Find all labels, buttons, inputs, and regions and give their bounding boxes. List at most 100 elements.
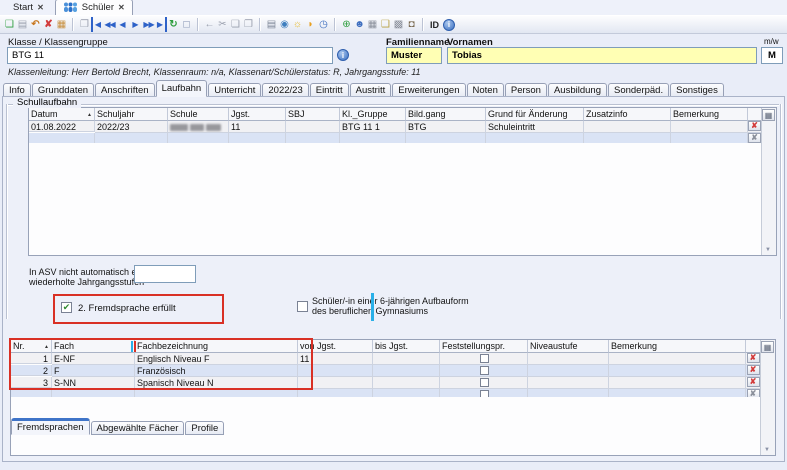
column-header-nr[interactable]: Nr.▲ (11, 340, 52, 353)
nav-first-icon[interactable]: ◀ (91, 17, 103, 32)
column-header-fachbezeichnung[interactable]: Fachbezeichnung (135, 340, 298, 353)
tab-profile[interactable]: Profile (185, 421, 224, 435)
cell-bis-jgst[interactable] (373, 353, 440, 365)
cell-bemerkung[interactable] (671, 121, 748, 133)
cell-niveaustufe[interactable] (528, 353, 609, 365)
save-icon[interactable]: ▤ (16, 17, 29, 32)
column-header-niveaustufe[interactable]: Niveaustufe (528, 340, 609, 353)
tab-eintritt[interactable]: Eintritt (310, 83, 349, 97)
user-lock-icon[interactable]: ◘ (405, 17, 418, 32)
cell-fach[interactable]: E-NF (52, 353, 135, 365)
undo-icon[interactable]: ↶ (29, 17, 42, 32)
alert-icon[interactable]: ◗ (304, 17, 317, 32)
cell-zusatzinfo[interactable] (584, 121, 671, 133)
klasse-input[interactable]: BTG 11 (7, 47, 333, 64)
column-header-schule[interactable]: Schule (168, 108, 229, 121)
tip-icon[interactable]: ☼ (291, 17, 304, 32)
tab-abgewaehlte-faecher[interactable]: Abgewählte Fächer (91, 421, 185, 435)
column-header-zusatzinfo[interactable]: Zusatzinfo (584, 108, 671, 121)
cell-jgst[interactable]: 11 (229, 121, 286, 133)
student-icon[interactable]: ☻ (353, 17, 366, 32)
cell-fachbezeichnung[interactable]: Französisch (135, 365, 298, 377)
cell-fachbezeichnung[interactable]: Englisch Niveau F (135, 353, 298, 365)
table-config-icon[interactable]: ▦ (762, 109, 775, 121)
cell-von-jgst[interactable] (298, 365, 373, 377)
tab-grunddaten[interactable]: Grunddaten (32, 83, 94, 97)
fremdsprachen-scrollbar[interactable]: ▲ ▼ (760, 340, 775, 455)
back-icon[interactable]: ← (203, 17, 216, 32)
tab-erweiterungen[interactable]: Erweiterungen (392, 83, 465, 97)
column-header-jgst[interactable]: Jgst. (229, 108, 286, 121)
cell-bemerkung[interactable] (609, 353, 746, 365)
cell-bemerkung[interactable] (609, 377, 746, 389)
new-record-icon[interactable]: ❏ (3, 17, 16, 32)
tab-info[interactable]: Info (3, 83, 31, 97)
cell-fach[interactable]: S-NN (52, 377, 135, 389)
column-header-bildgang[interactable]: Bild.gang (406, 108, 486, 121)
cell-niveaustufe[interactable] (528, 377, 609, 389)
column-header-bemerkung[interactable]: Bemerkung (609, 340, 746, 353)
folder-export-icon[interactable]: ❑ (379, 17, 392, 32)
column-header-grund[interactable]: Grund für Änderung (486, 108, 584, 121)
column-header-fach[interactable]: Fach (52, 340, 135, 353)
cell-nr[interactable]: 2 (11, 365, 52, 376)
nav-prev-fast-icon[interactable]: ◀◀ (103, 17, 116, 32)
tab-ausbildung[interactable]: Ausbildung (548, 83, 607, 97)
schullaufbahn-scrollbar[interactable]: ▲ ▼ (761, 108, 776, 255)
matrix-icon[interactable]: ▦ (366, 17, 379, 32)
column-header-von-jgst[interactable]: von Jgst. (298, 340, 373, 353)
scroll-down-icon[interactable]: ▼ (765, 247, 771, 253)
cell-bildgang[interactable]: BTG (406, 121, 486, 133)
column-header-kl-gruppe[interactable]: Kl._Gruppe (340, 108, 406, 121)
edit-table-icon[interactable]: ▦ (55, 17, 68, 32)
cell-von-jgst[interactable] (298, 377, 373, 389)
delete-row-icon[interactable]: ✘ (747, 353, 760, 363)
tab-laufbahn[interactable]: Laufbahn (156, 80, 208, 97)
nav-next-icon[interactable]: ▶ (129, 17, 142, 32)
cell-datum[interactable]: 01.08.2022 (29, 121, 95, 132)
tab-austritt[interactable]: Austritt (350, 83, 392, 97)
delete-row-icon-disabled[interactable]: ✘ (748, 133, 761, 143)
feststellungspr-checkbox[interactable] (480, 354, 489, 363)
feststellungspr-checkbox[interactable] (480, 366, 489, 375)
delete-row-icon[interactable]: ✘ (747, 365, 760, 375)
tab-unterricht[interactable]: Unterricht (208, 83, 261, 97)
window-tab-start[interactable]: Start ✕ (6, 0, 51, 15)
cell-fachbezeichnung[interactable]: Spanisch Niveau N (135, 377, 298, 389)
nav-last-icon[interactable]: ▶ (155, 17, 167, 32)
cell-grund[interactable]: Schuleintritt (486, 121, 584, 133)
column-header-schuljahr[interactable]: Schuljahr (95, 108, 168, 121)
cut-icon[interactable]: ✂ (216, 17, 229, 32)
tab-sonderpaed[interactable]: Sonderpäd. (608, 83, 669, 97)
group-icon[interactable]: ▩ (392, 17, 405, 32)
cell-bis-jgst[interactable] (373, 377, 440, 389)
feststellungspr-checkbox[interactable] (480, 378, 489, 387)
column-header-bis-jgst[interactable]: bis Jgst. (373, 340, 440, 353)
cell-kl-gruppe[interactable]: BTG 11 1 (340, 121, 406, 133)
history-icon[interactable]: ◷ (317, 17, 330, 32)
print-icon[interactable]: ▤ (265, 17, 278, 32)
tab-person[interactable]: Person (505, 83, 547, 97)
tab-2022-23[interactable]: 2022/23 (262, 83, 308, 97)
export-icon[interactable]: ⊕ (340, 17, 353, 32)
aufbauform-checkbox[interactable] (297, 301, 308, 312)
delete-record-icon[interactable]: ✘ (42, 17, 55, 32)
window-tab-schueler[interactable]: Schüler ✕ (55, 0, 133, 15)
column-header-sbj[interactable]: SBJ (286, 108, 340, 121)
tab-fremdsprachen[interactable]: Fremdsprachen (11, 418, 90, 435)
tab-noten[interactable]: Noten (467, 83, 504, 97)
cell-sbj[interactable] (286, 121, 340, 133)
close-icon[interactable]: ✕ (118, 3, 125, 12)
delete-row-icon[interactable]: ✘ (747, 377, 760, 387)
klasse-info-icon[interactable]: i (337, 49, 349, 61)
nav-next-fast-icon[interactable]: ▶▶ (142, 17, 155, 32)
cell-nr[interactable]: 1 (11, 353, 52, 364)
report-icon[interactable]: ❐ (78, 17, 91, 32)
tab-sonstiges[interactable]: Sonstiges (670, 83, 724, 97)
column-header-bemerkung[interactable]: Bemerkung (671, 108, 748, 121)
cell-niveaustufe[interactable] (528, 365, 609, 377)
column-header-feststellungspr[interactable]: Feststellungspr. (440, 340, 528, 353)
panel-icon[interactable]: ◻ (180, 17, 193, 32)
familienname-input[interactable]: Muster (386, 47, 442, 64)
cell-bemerkung[interactable] (609, 365, 746, 377)
